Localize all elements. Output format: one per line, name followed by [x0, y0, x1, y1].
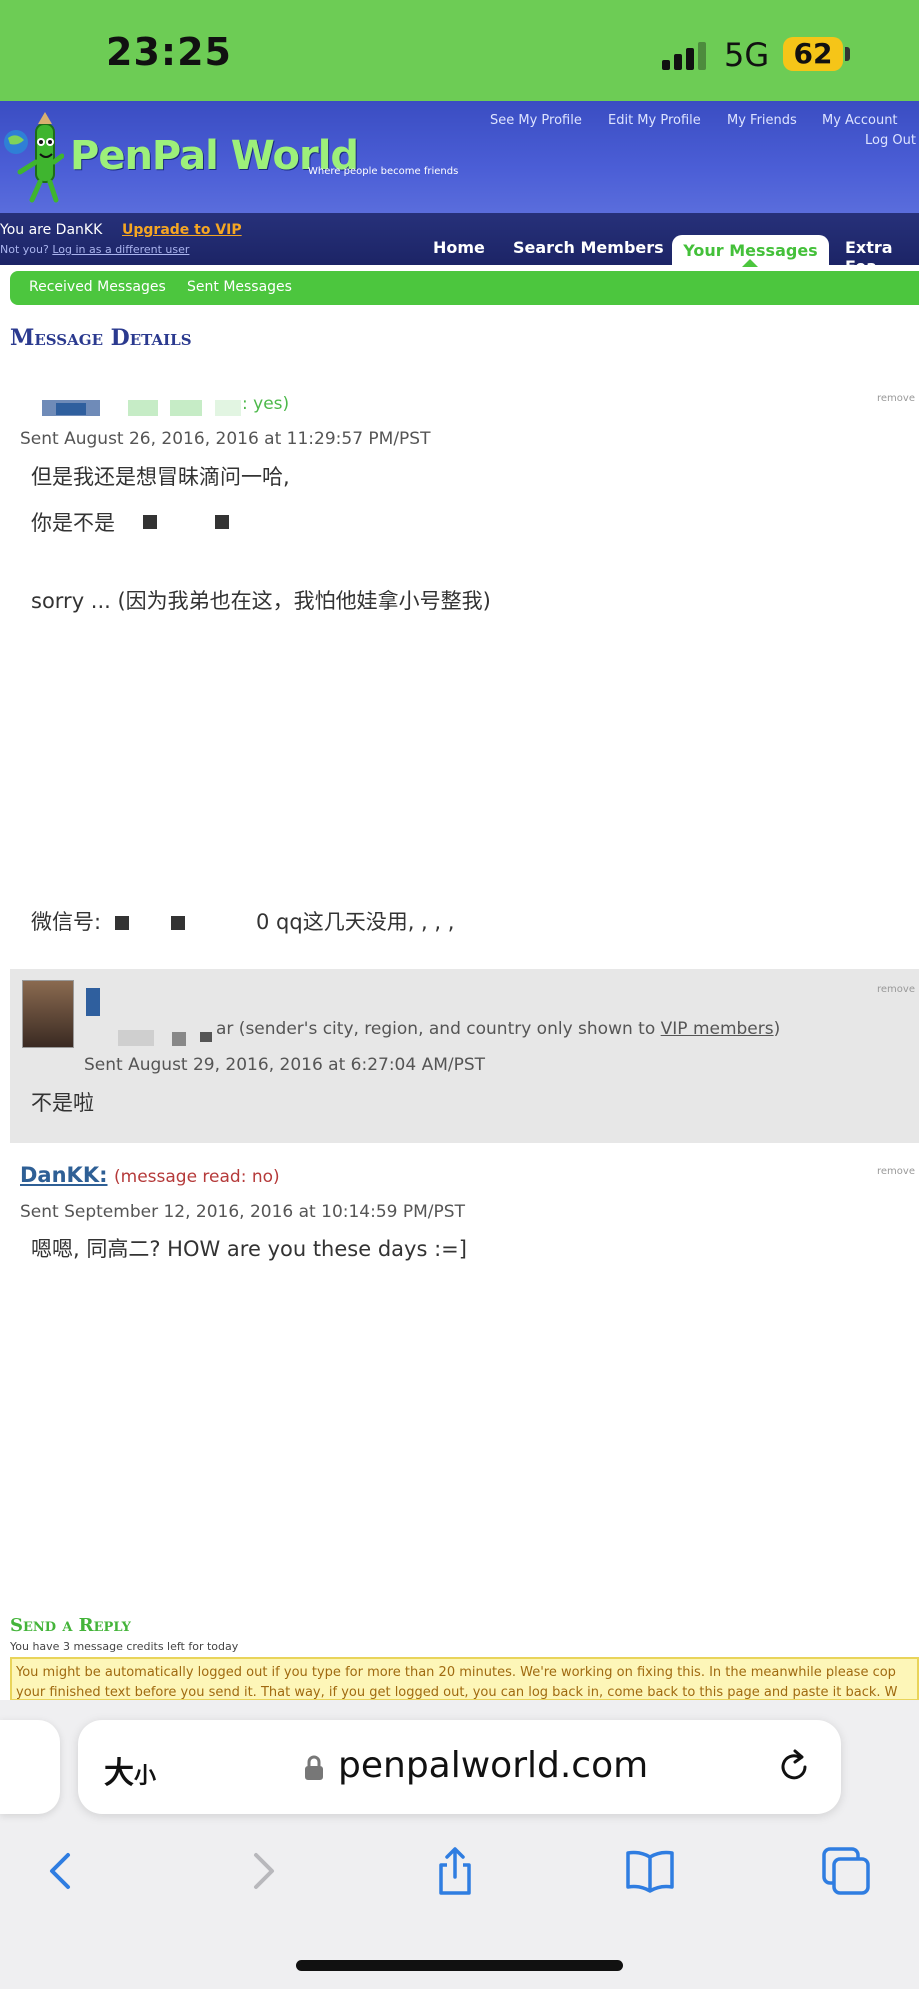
url-text[interactable]: penpalworld.com [338, 1745, 648, 1786]
redacted-read-status [128, 400, 158, 416]
redacted-location [172, 1032, 186, 1046]
message-text-line: 你是不是 [31, 511, 115, 535]
tabs-icon[interactable] [820, 1845, 872, 1897]
sent-messages-link[interactable]: Sent Messages [187, 279, 292, 295]
upgrade-vip-link[interactable]: Upgrade to VIP [122, 222, 242, 238]
redacted-sender-name [86, 988, 100, 1016]
avatar[interactable] [22, 980, 74, 1048]
logout-warning-box: You might be automatically logged out if… [10, 1657, 919, 1701]
page-title: Message Details [10, 325, 192, 351]
redacted-sender-name-detail [56, 403, 86, 415]
sent-timestamp: Sent August 26, 2016, 2016 at 11:29:57 P… [20, 429, 431, 449]
edit-profile-link[interactable]: Edit My Profile [608, 113, 701, 128]
sender-location-note: ar (sender's city, region, and country o… [216, 1019, 780, 1039]
previous-tab-preview[interactable] [0, 1720, 60, 1814]
warning-line: your finished text before you send it. T… [16, 1685, 898, 1700]
sent-timestamp: Sent August 29, 2016, 2016 at 6:27:04 AM… [84, 1055, 486, 1075]
battery-icon: 62 [783, 37, 843, 71]
status-time: 23:25 [106, 30, 232, 74]
my-account-link[interactable]: My Account [822, 113, 898, 128]
redacted-location [200, 1032, 212, 1042]
location-text-end: ) [773, 1019, 781, 1039]
back-icon[interactable] [36, 1845, 88, 1897]
share-icon[interactable] [429, 1845, 481, 1897]
cellular-signal-icon [662, 40, 710, 70]
sent-timestamp: Sent September 12, 2016, 2016 at 10:14:5… [20, 1202, 465, 1222]
vip-members-link[interactable]: VIP members [661, 1019, 774, 1039]
forward-icon[interactable] [236, 1845, 288, 1897]
page-size-label: 大 [104, 1756, 134, 1791]
message-text-line: 0 qq这几天没用, , , , [256, 910, 455, 934]
redacted-location [118, 1030, 154, 1046]
redacted-read-status [215, 400, 241, 416]
remove-message-link[interactable]: remove [877, 393, 915, 404]
current-user-label: You are DanKK [0, 222, 103, 238]
message-text-line: 微信号: [31, 910, 102, 934]
message-text-line: 但是我还是想冒昧滴问一哈, [31, 465, 290, 489]
message-text-line: 嗯嗯, 同高二? HOW are you these days :=] [31, 1237, 467, 1261]
home-indicator[interactable] [296, 1960, 623, 1971]
login-different-user-link[interactable]: Log in as a different user [52, 243, 189, 256]
redaction-block [171, 916, 185, 930]
my-friends-link[interactable]: My Friends [727, 113, 797, 128]
logout-link[interactable]: Log Out [865, 133, 916, 148]
message-text-line: 不是啦 [31, 1091, 94, 1115]
see-profile-link[interactable]: See My Profile [490, 113, 582, 128]
lock-icon [305, 1755, 323, 1780]
page-size-button[interactable]: 大小 [104, 1748, 156, 1792]
redacted-read-status [170, 400, 202, 416]
received-messages-link[interactable]: Received Messages [29, 279, 166, 295]
tab-home[interactable]: Home [433, 238, 485, 257]
message-read-status: (message read: no) [114, 1167, 280, 1187]
site-tagline: Where people become friends [308, 166, 459, 177]
location-text: ar (sender's city, region, and country o… [216, 1019, 661, 1039]
send-reply-heading: Send a Reply [10, 1615, 131, 1636]
network-type: 5G [724, 36, 770, 74]
tab-search-members[interactable]: Search Members [513, 238, 664, 257]
message-text-line: sorry ... (因为我弟也在这，我怕他娃拿小号整我) [31, 589, 491, 613]
message-read-status: : yes) [242, 394, 290, 414]
message-credits: You have 3 message credits left for toda… [10, 1640, 239, 1653]
remove-message-link[interactable]: remove [877, 984, 915, 995]
redaction-block [215, 515, 229, 529]
redaction-block [143, 515, 157, 529]
battery-tip [845, 47, 850, 61]
reload-icon[interactable] [774, 1747, 814, 1787]
redaction-block [115, 916, 129, 930]
warning-line: You might be automatically logged out if… [16, 1665, 896, 1680]
pencil-mascot-icon[interactable] [2, 112, 64, 204]
page-size-label-small: 小 [134, 1764, 157, 1789]
active-tab-pointer-icon [742, 259, 758, 267]
bookmarks-icon[interactable] [624, 1845, 676, 1897]
not-you-line: Not you? Log in as a different user [0, 243, 189, 256]
not-you-label: Not you? [0, 243, 49, 256]
remove-message-link[interactable]: remove [877, 1166, 915, 1177]
sender-name-link[interactable]: DanKK: [20, 1163, 108, 1187]
